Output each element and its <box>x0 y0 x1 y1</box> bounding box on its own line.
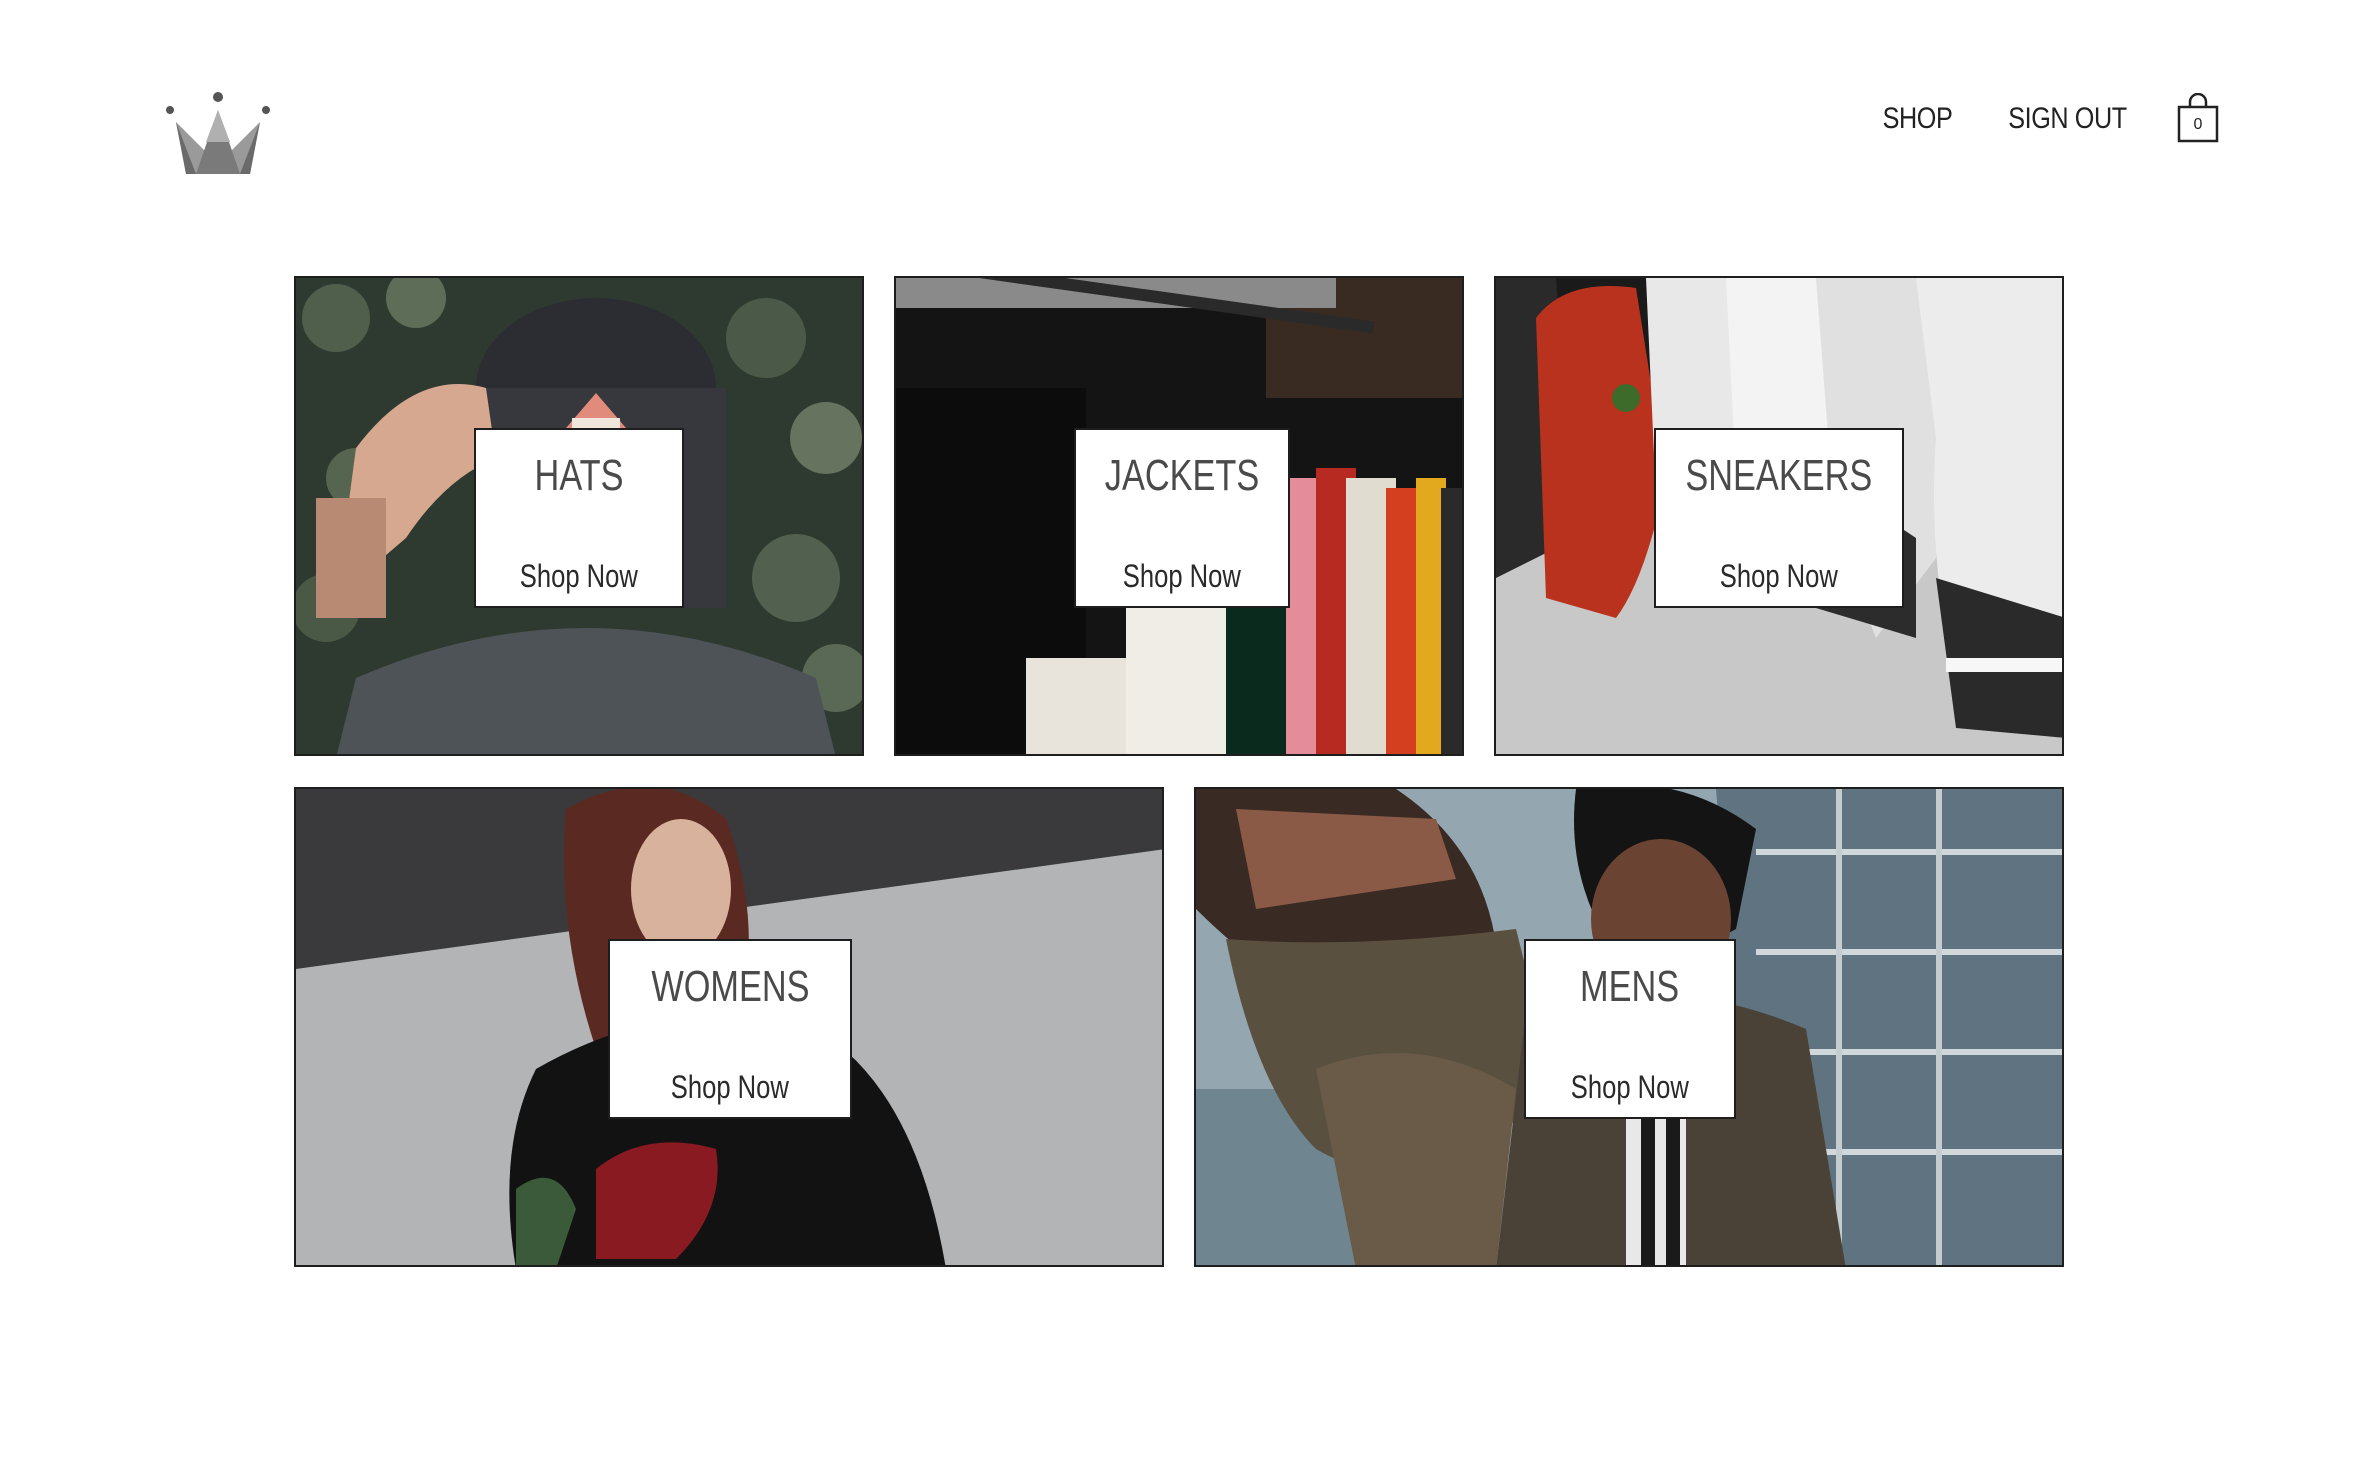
category-card-mens[interactable]: MENS Shop Now <box>1524 939 1736 1119</box>
shop-now-link[interactable]: Shop Now <box>520 560 638 592</box>
category-card-sneakers[interactable]: SNEAKERS Shop Now <box>1654 428 1904 608</box>
category-tile-jackets[interactable]: JACKETS Shop Now <box>894 276 1464 756</box>
homepage: SHOP SIGN OUT 0 HATS Shop Now JACKETS Sh… <box>0 0 2372 1472</box>
category-title: WOMENS <box>650 962 810 1011</box>
shop-now-link[interactable]: Shop Now <box>671 1071 789 1103</box>
category-title: HATS <box>534 451 624 500</box>
cart-button[interactable]: 0 <box>2176 93 2220 145</box>
shop-now-link[interactable]: Shop Now <box>1720 560 1838 592</box>
category-card-womens[interactable]: WOMENS Shop Now <box>608 939 852 1119</box>
category-tile-hats[interactable]: HATS Shop Now <box>294 276 864 756</box>
category-card-hats[interactable]: HATS Shop Now <box>474 428 684 608</box>
nav-shop-link[interactable]: SHOP <box>1883 102 1953 136</box>
category-tile-mens[interactable]: MENS Shop Now <box>1194 787 2064 1267</box>
category-title: MENS <box>1580 962 1680 1011</box>
cart-item-count: 0 <box>2193 116 2203 133</box>
category-tile-sneakers[interactable]: SNEAKERS Shop Now <box>1494 276 2064 756</box>
shop-now-link[interactable]: Shop Now <box>1571 1071 1689 1103</box>
category-tile-womens[interactable]: WOMENS Shop Now <box>294 787 1164 1267</box>
crown-icon[interactable] <box>166 92 270 178</box>
main-nav: SHOP SIGN OUT 0 <box>1876 93 2220 145</box>
category-card-jackets[interactable]: JACKETS Shop Now <box>1074 428 1290 608</box>
shop-now-link[interactable]: Shop Now <box>1123 560 1241 592</box>
category-title: SNEAKERS <box>1685 451 1873 500</box>
nav-signout-link[interactable]: SIGN OUT <box>2008 102 2127 136</box>
category-title: JACKETS <box>1104 451 1260 500</box>
